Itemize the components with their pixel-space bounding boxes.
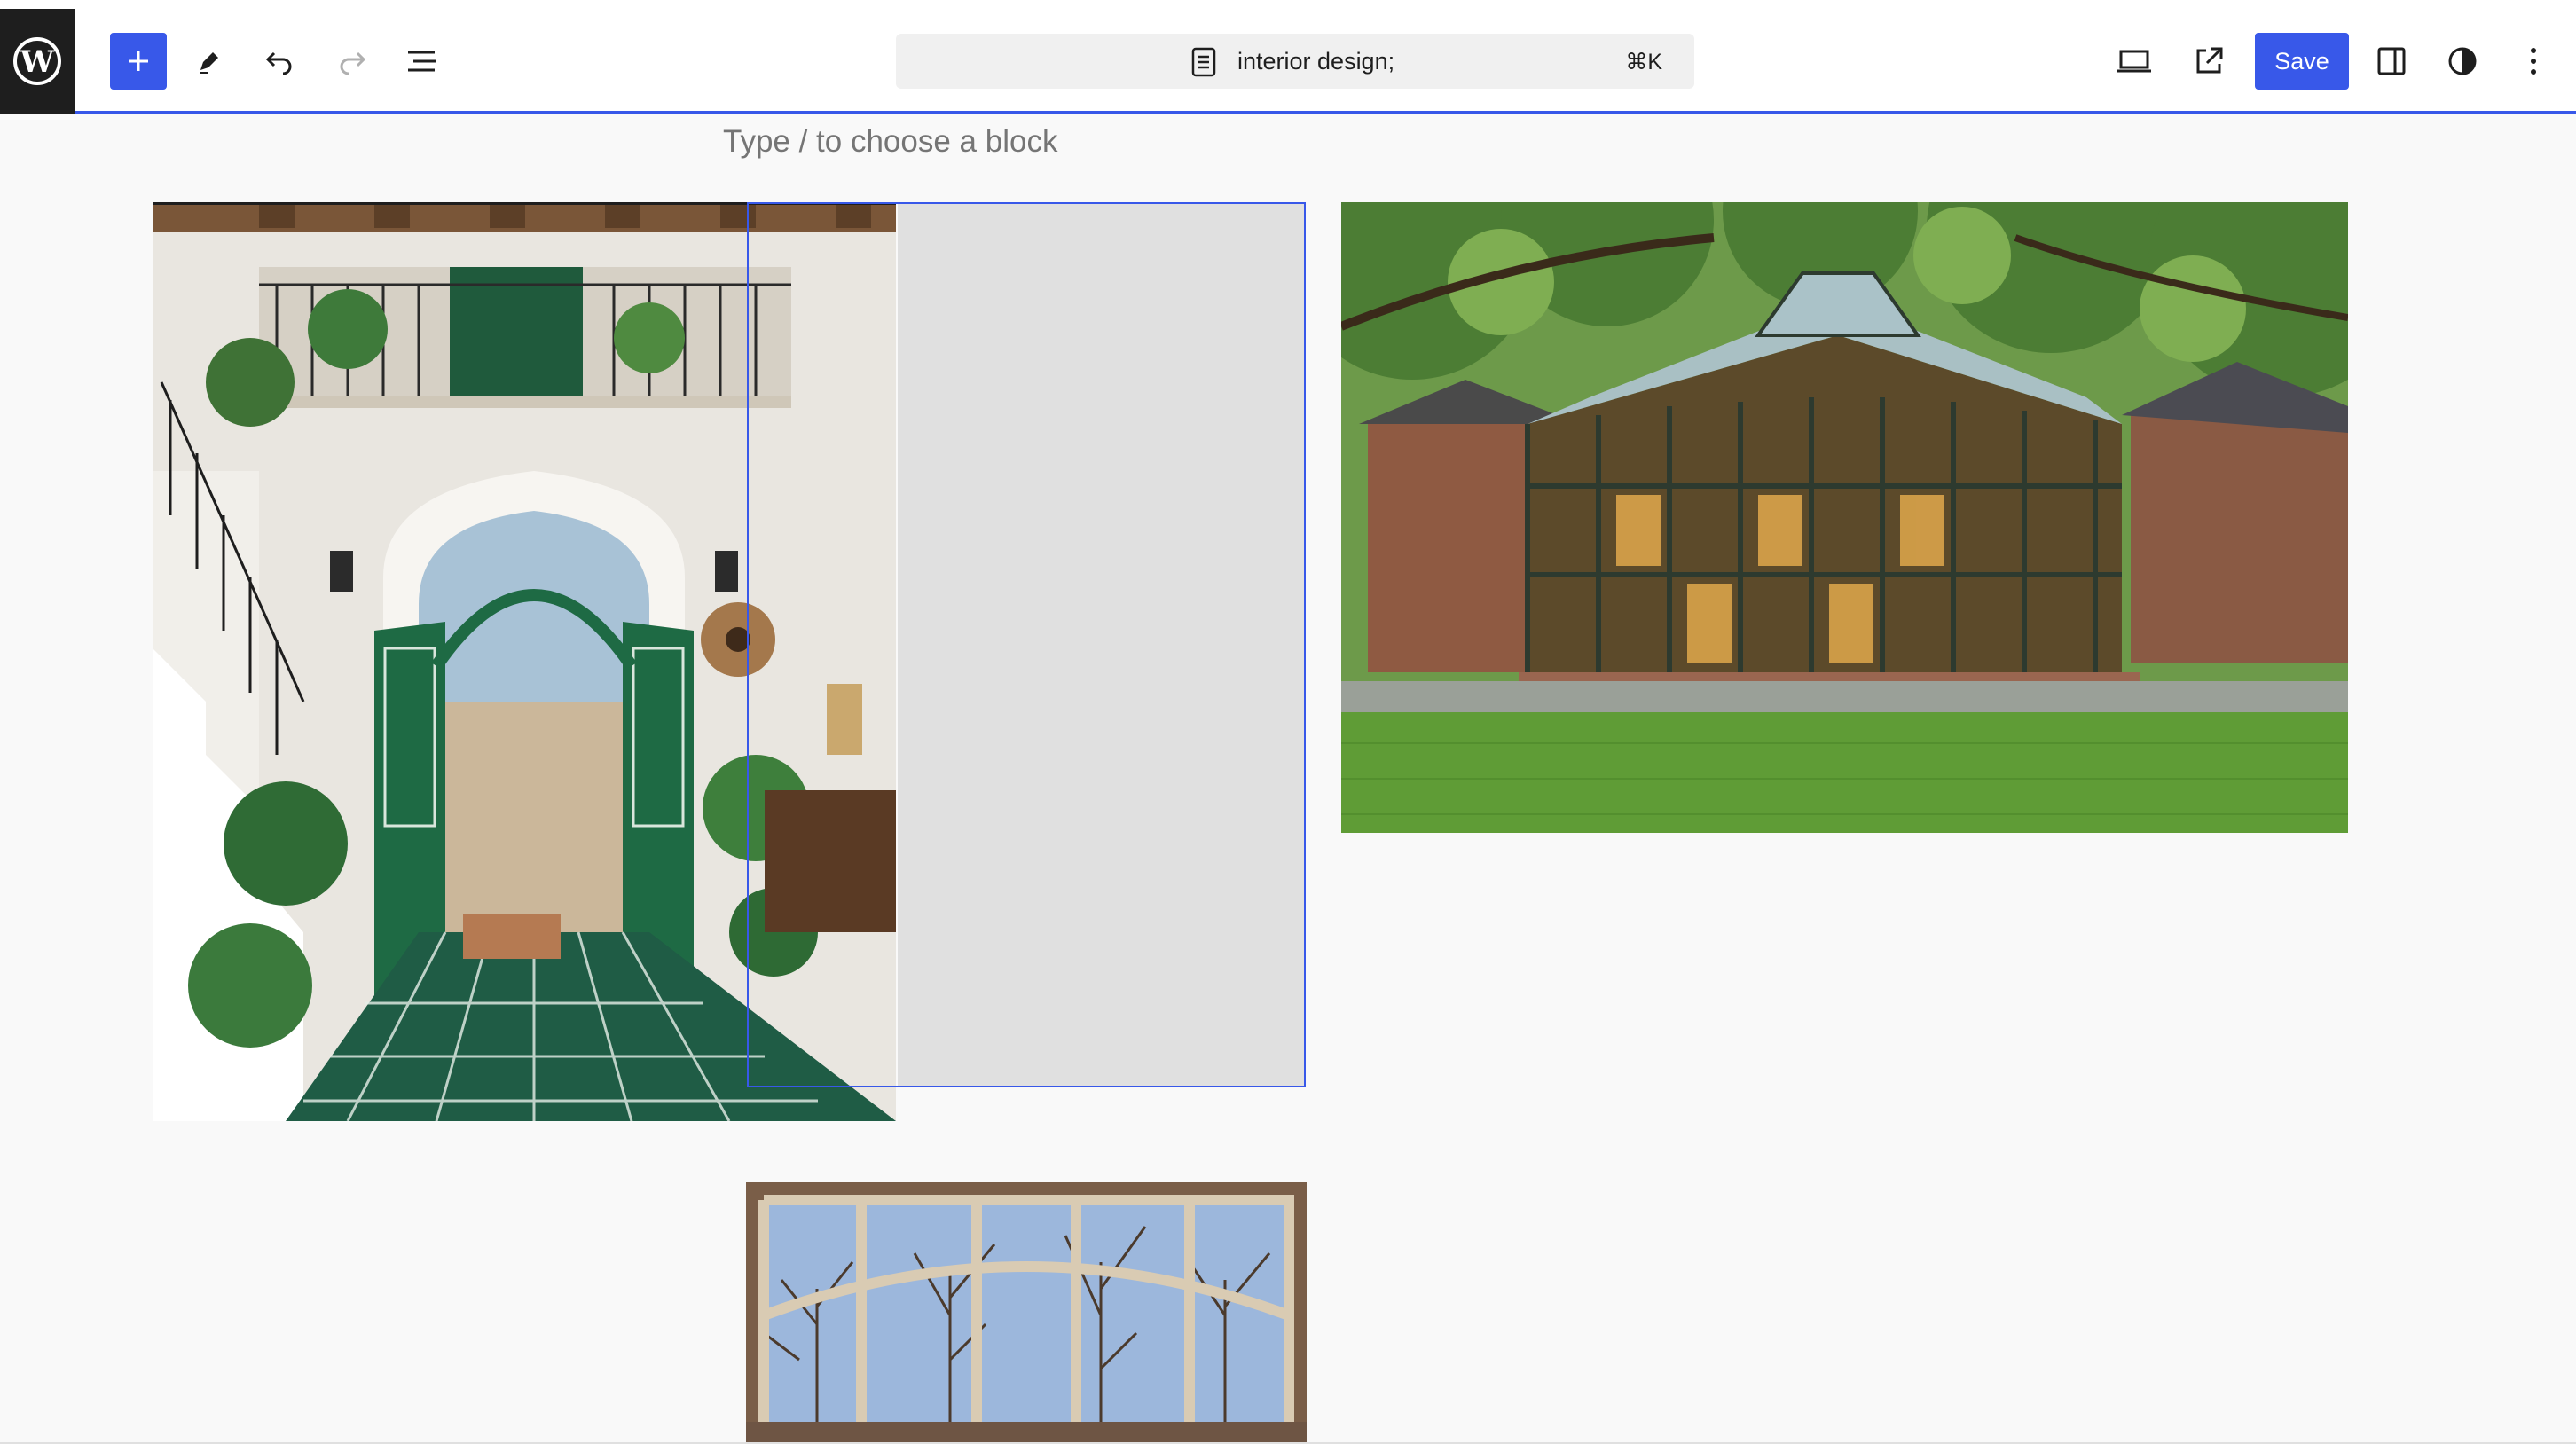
block-placeholder[interactable]: Type / to choose a block bbox=[723, 124, 1057, 160]
redo-icon bbox=[340, 51, 366, 75]
add-block-button[interactable] bbox=[110, 33, 167, 90]
block-drop-zone[interactable] bbox=[747, 202, 1306, 1087]
command-palette-bar[interactable]: interior design; ⌘K bbox=[896, 34, 1694, 89]
more-options-icon bbox=[2531, 48, 2536, 75]
command-shortcut: ⌘K bbox=[1625, 50, 1662, 75]
document-icon bbox=[1191, 47, 1216, 77]
view-site-button[interactable] bbox=[2180, 33, 2237, 90]
save-button[interactable]: Save bbox=[2255, 33, 2349, 90]
list-view-button[interactable] bbox=[394, 33, 451, 90]
svg-text:W: W bbox=[20, 44, 55, 80]
styles-button[interactable] bbox=[2434, 33, 2491, 90]
settings-sidebar-button[interactable] bbox=[2363, 33, 2420, 90]
sidebar-toggle-icon bbox=[2377, 47, 2406, 75]
styles-contrast-icon bbox=[2448, 47, 2477, 75]
drop-zone-fill bbox=[898, 204, 1304, 1086]
conservatory-photo bbox=[1341, 202, 2348, 833]
preview-device-button[interactable] bbox=[2106, 33, 2163, 90]
external-link-icon bbox=[2196, 47, 2223, 74]
desktop-view-icon bbox=[2117, 50, 2151, 73]
options-menu-button[interactable] bbox=[2505, 33, 2562, 90]
undo-icon bbox=[265, 51, 292, 75]
window-photo bbox=[746, 1182, 1307, 1444]
undo-button[interactable] bbox=[252, 33, 309, 90]
pencil-icon bbox=[200, 52, 218, 74]
document-title: interior design; bbox=[1237, 48, 1395, 75]
list-view-icon bbox=[408, 51, 436, 72]
plus-icon bbox=[129, 51, 148, 71]
wordpress-logo[interactable]: W bbox=[0, 9, 75, 114]
editor-toolbar: W interior design; ⌘K Save bbox=[0, 9, 2576, 114]
tools-button[interactable] bbox=[181, 33, 238, 90]
arched-window-image[interactable] bbox=[746, 1182, 1307, 1444]
wordpress-logo-icon: W bbox=[13, 37, 61, 85]
redo-button[interactable] bbox=[323, 33, 380, 90]
conservatory-image[interactable] bbox=[1341, 202, 2348, 833]
